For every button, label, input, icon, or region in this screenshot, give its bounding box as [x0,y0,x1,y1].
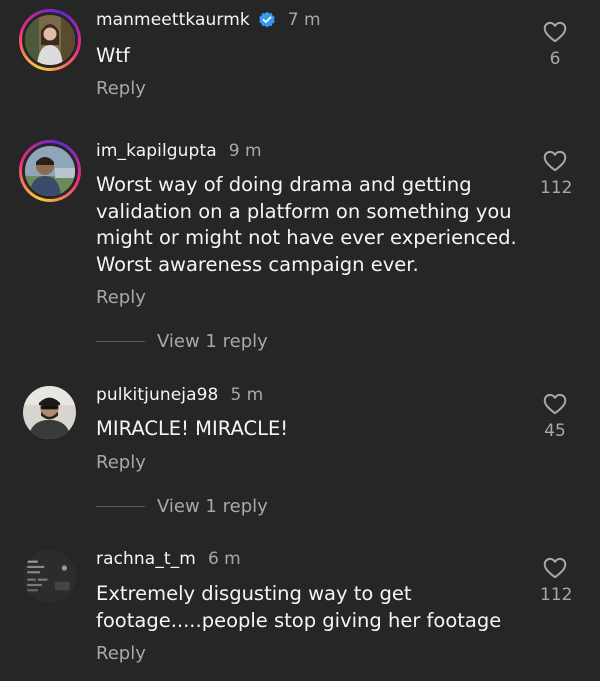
like-count: 112 [540,585,573,605]
comment-time: 6 m [207,549,241,569]
verified-badge-icon [258,11,276,29]
heart-icon [543,150,567,172]
reply-button[interactable]: Reply [96,452,146,473]
comment-text: Wtf [96,44,130,67]
like-count: 112 [540,178,573,198]
avatar-image [25,15,75,65]
comments-list: manmeettkaurmk 7 m Wtf Reply 6 im_kapilg… [0,0,600,681]
heart-icon [543,393,567,415]
reply-button[interactable]: Reply [96,78,146,99]
reply-button[interactable]: Reply [96,287,146,308]
avatar[interactable] [19,9,81,71]
avatar-image [25,146,75,196]
comment-username[interactable]: rachna_t_m [96,549,196,569]
view-replies-line [96,505,145,507]
view-replies-label: View 1 reply [157,495,268,517]
view-replies-button[interactable]: View 1 reply [96,329,268,353]
comment-time: 9 m [228,141,262,161]
like-count: 45 [544,421,566,441]
heart-icon [543,21,567,43]
comment-text: Extremely disgusting way to get footage.… [96,582,502,632]
avatar[interactable] [19,140,81,202]
like-button[interactable]: 45 [540,391,570,441]
avatar[interactable] [19,546,81,608]
like-button[interactable]: 112 [540,555,573,605]
like-button[interactable]: 112 [540,148,573,198]
avatar[interactable] [19,382,81,444]
comment-time: 7 m [287,10,321,30]
comment-text: Worst way of doing drama and getting val… [96,173,517,276]
view-replies-label: View 1 reply [157,330,268,352]
avatar-image [23,550,76,603]
heart-icon [543,557,567,579]
comment-username[interactable]: manmeettkaurmk [96,10,250,30]
like-count: 6 [549,49,561,69]
comment-text: MIRACLE! MIRACLE! [96,417,289,440]
view-replies-line [96,340,145,342]
avatar-image [23,386,76,439]
comment-username[interactable]: pulkitjuneja98 [96,385,218,405]
reply-button[interactable]: Reply [96,643,146,664]
comment-time: 5 m [230,385,264,405]
comment-username[interactable]: im_kapilgupta [96,141,217,161]
view-replies-button[interactable]: View 1 reply [96,494,268,518]
like-button[interactable]: 6 [540,19,570,69]
